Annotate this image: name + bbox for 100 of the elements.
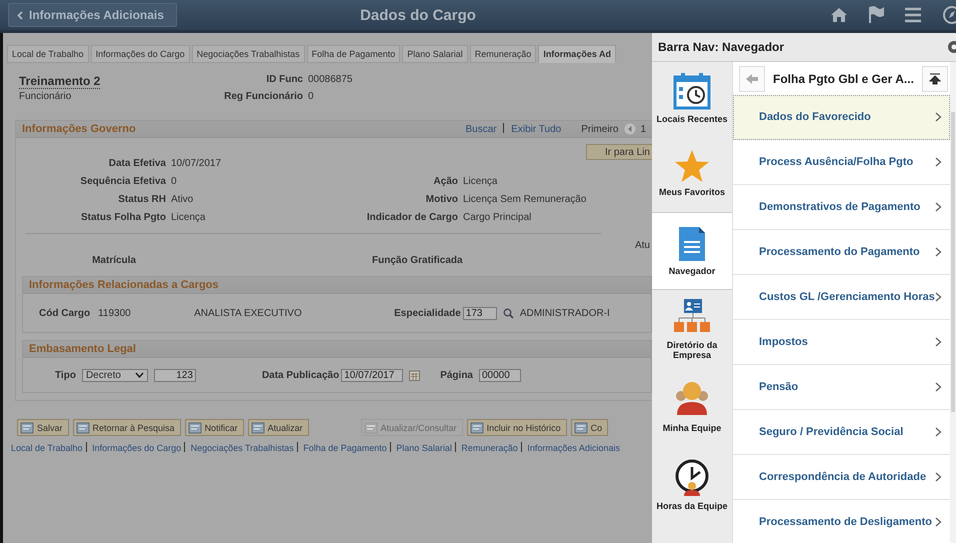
section-title: Informações Relacionadas a Cargos — [29, 279, 219, 291]
page-tab[interactable]: Folha de Pagamento — [306, 45, 400, 63]
number-field[interactable]: 123 — [154, 368, 196, 382]
star-icon — [674, 149, 710, 183]
nav-side-item[interactable]: Locais Recentes — [652, 62, 732, 134]
document-icon — [678, 226, 706, 262]
chevron-right-icon — [935, 337, 942, 347]
nav-side-item[interactable]: Meus Favoritos — [652, 134, 732, 212]
calendar-icon[interactable] — [409, 370, 420, 380]
footer-link[interactable]: Informações Adicionais — [527, 443, 620, 453]
pager-number: 1 — [640, 124, 646, 134]
section-title: Embasamento Legal — [29, 343, 136, 355]
calendar-icon — [673, 72, 711, 110]
footer-link[interactable]: Negociações Trabalhistas — [190, 443, 294, 453]
field-label: Status Folha Pgto — [80, 212, 166, 222]
field-label: Ação — [432, 176, 458, 186]
nav-side-item[interactable]: Minha Equipe — [652, 368, 732, 446]
toolbar-button[interactable]: Incluir no Histórico — [466, 419, 567, 436]
scroll-top-icon — [929, 72, 941, 84]
chevron-right-icon — [935, 202, 942, 212]
field-label: Data Publicação — [262, 370, 340, 380]
field-label: Motivo — [424, 194, 458, 204]
footer-link[interactable]: Plano Salarial — [396, 443, 452, 453]
clock-icon — [674, 459, 710, 497]
page-tab[interactable]: Informações do Cargo — [90, 45, 190, 63]
toolbar-button[interactable]: Co — [570, 419, 608, 436]
breadcrumb-title: Folha Pgto Gbl e Ger A... — [773, 72, 914, 86]
field-label: Reg Funcionário — [223, 91, 303, 102]
page-tab[interactable]: Local de Trabalho — [7, 45, 89, 63]
pager-label: Primeiro — [581, 124, 618, 134]
flag-icon[interactable] — [868, 6, 884, 24]
back-arrow-icon — [745, 72, 759, 84]
scroll-top-button[interactable] — [922, 66, 948, 92]
toolbar-button[interactable]: Atualizar — [248, 419, 309, 436]
type-dropdown[interactable]: Decreto — [82, 368, 148, 382]
chevron-right-icon — [935, 157, 942, 167]
button-icon — [364, 422, 378, 434]
chevron-right-icon — [935, 112, 942, 122]
field-label: Especialidade — [394, 308, 461, 318]
field-label: Tipo — [55, 370, 76, 380]
field-value: Ativo — [171, 194, 194, 204]
employee-name: Treinamento 2 — [19, 74, 100, 89]
search-link[interactable]: Buscar — [465, 124, 497, 135]
dropdown-caret-icon — [134, 372, 144, 378]
employee-type: Funcionário — [19, 91, 72, 102]
page-field[interactable]: 00000 — [479, 368, 521, 382]
button-icon — [20, 422, 34, 434]
page-tab[interactable]: Informações Ad — [538, 45, 616, 63]
back-button[interactable]: Informações Adicionais — [8, 3, 177, 27]
field-value: Licença Sem Remuneração — [463, 194, 586, 204]
nav-side-item[interactable]: Diretório da Empresa — [652, 290, 732, 368]
field-value: 0 — [171, 176, 178, 186]
button-icon — [574, 422, 588, 434]
chevron-left-icon — [17, 10, 23, 20]
field-value: 119300 — [98, 308, 132, 318]
nav-side-item[interactable]: Navegador — [652, 212, 732, 290]
footer-link[interactable]: Local de Trabalho — [11, 443, 83, 453]
chevron-right-icon — [935, 517, 942, 527]
column-header: Função Gratificada — [372, 255, 463, 266]
field-label: Cód Cargo — [39, 308, 90, 318]
field-label: Sequência Efetiva — [79, 176, 166, 186]
button-icon — [470, 422, 484, 434]
footer-link[interactable]: Remuneração — [461, 443, 518, 453]
search-icon[interactable] — [502, 308, 514, 318]
toolbar-button[interactable]: Salvar — [17, 419, 69, 436]
field-value: Licença — [171, 212, 206, 222]
settings-icon[interactable] — [946, 39, 956, 55]
page-tab[interactable]: Plano Salarial — [402, 45, 468, 63]
compass-icon[interactable] — [942, 5, 956, 25]
field-value: ADMINISTRADOR-I — [520, 308, 610, 318]
footer-link[interactable]: Folha de Pagamento — [303, 443, 387, 453]
button-icon — [250, 422, 265, 434]
button-icon — [188, 422, 202, 434]
date-field[interactable]: 10/07/2017 — [341, 368, 404, 382]
menu-icon[interactable] — [904, 7, 922, 23]
field-label: Página — [440, 370, 473, 380]
section-title: Informações Governo — [22, 123, 136, 135]
view-all-link[interactable]: Exibir Tudo — [511, 124, 562, 135]
field-label: Data Efetiva — [108, 158, 166, 168]
field-label: Atu — [634, 240, 650, 251]
chevron-right-icon — [935, 427, 942, 437]
page-title: Dados do Cargo — [360, 6, 476, 24]
column-header: Matrícula — [91, 255, 136, 266]
field-value: Cargo Principal — [463, 212, 532, 222]
go-to-row-button[interactable]: Ir para Lin — [586, 144, 652, 160]
chevron-right-icon — [935, 382, 942, 392]
toolbar-button[interactable]: Retornar à Pesquisa — [72, 419, 181, 436]
field-label: Status RH — [117, 194, 166, 204]
chevron-right-icon — [935, 247, 942, 257]
footer-link[interactable]: Informações do Cargo — [92, 443, 182, 453]
field-value: ANALISTA EXECUTIVO — [194, 308, 303, 318]
toolbar-button[interactable]: Notificar — [184, 419, 244, 436]
page-tab[interactable]: Negociações Trabalhistas — [192, 45, 305, 63]
nav-side-item[interactable]: Horas da Equipe — [652, 446, 732, 524]
field-label: ID Func — [265, 74, 303, 85]
home-icon[interactable] — [830, 7, 848, 23]
panel-title: Barra Nav: Navegador — [658, 40, 784, 54]
specialty-field[interactable]: 173 — [462, 306, 497, 320]
page-tab[interactable]: Remuneração — [470, 45, 536, 63]
navigator-menu-item[interactable]: Dados do Favorecido — [733, 95, 950, 140]
